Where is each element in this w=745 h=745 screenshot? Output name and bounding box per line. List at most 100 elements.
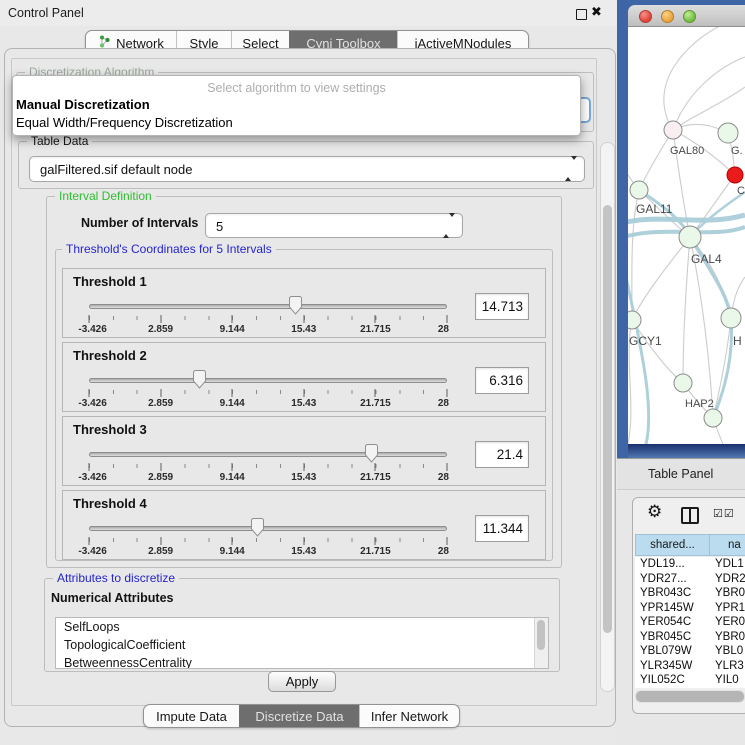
node-selected-red[interactable] bbox=[727, 167, 743, 183]
numerical-attributes-list[interactable]: SelfLoops TopologicalCoefficient Between… bbox=[55, 617, 549, 669]
node-gal4[interactable] bbox=[679, 226, 701, 248]
column-header-name[interactable]: na bbox=[709, 534, 745, 556]
gear-icon[interactable]: ⚙ bbox=[647, 502, 662, 522]
list-item[interactable]: SelfLoops bbox=[56, 618, 548, 636]
scrollbar-thumb[interactable] bbox=[636, 691, 744, 702]
tick-label: 21.715 bbox=[360, 324, 391, 335]
column-header-shared-name[interactable]: shared... bbox=[635, 534, 710, 556]
node-gcy1[interactable] bbox=[628, 311, 641, 329]
control-panel-titlebar: Control Panel bbox=[0, 0, 617, 26]
slider-track[interactable] bbox=[89, 452, 447, 457]
slider-tick-labels: -3.426 2.859 9.144 15.43 21.715 28 bbox=[89, 546, 447, 558]
close-icon[interactable]: ✖ bbox=[591, 5, 602, 20]
cell[interactable]: YDR27... bbox=[635, 572, 712, 587]
tick-label: -3.426 bbox=[78, 546, 106, 557]
close-traffic-light-icon[interactable] bbox=[639, 10, 652, 23]
cell[interactable]: YER054C bbox=[635, 615, 712, 630]
slider-track[interactable] bbox=[89, 526, 447, 531]
tick-label: 9.144 bbox=[220, 324, 245, 335]
list-scrollbar[interactable] bbox=[534, 618, 548, 668]
cell[interactable]: YBL0 bbox=[712, 644, 743, 659]
threshold-4-value-field[interactable]: 11.344 bbox=[475, 515, 529, 542]
table-row[interactable]: YBL079WYBL0 bbox=[635, 644, 745, 659]
cell[interactable]: YPR1 bbox=[712, 601, 745, 616]
cell[interactable]: YDR2 bbox=[712, 572, 745, 587]
combo-stepper-icon bbox=[443, 217, 455, 235]
node-label: GAL4 bbox=[691, 252, 722, 266]
threshold-3-value-field[interactable]: 21.4 bbox=[475, 441, 529, 468]
table-row[interactable]: YPR145WYPR1 bbox=[635, 601, 745, 616]
list-item[interactable]: BetweennessCentrality bbox=[56, 654, 548, 669]
cell[interactable]: YBR043C bbox=[635, 586, 712, 601]
table-row[interactable]: YLR345WYLR3 bbox=[635, 659, 745, 674]
apply-button[interactable]: Apply bbox=[268, 671, 336, 692]
network-canvas[interactable]: GAL80 G. C GAL11 GAL4 GCY1 H HAP2 bbox=[628, 27, 745, 444]
option-equal-width-frequency[interactable]: Equal Width/Frequency Discretization bbox=[16, 115, 233, 130]
tick-label: -3.426 bbox=[78, 398, 106, 409]
minimize-traffic-light-icon[interactable] bbox=[661, 10, 674, 23]
number-of-intervals-combobox[interactable]: 5 bbox=[205, 213, 463, 238]
table-row[interactable]: YBR045CYBR0 bbox=[635, 630, 745, 645]
panel-title: Control Panel bbox=[8, 0, 84, 26]
threshold-4-slider[interactable] bbox=[89, 518, 447, 538]
node-gal80[interactable] bbox=[664, 121, 682, 139]
tab-infer-network[interactable]: Infer Network bbox=[359, 705, 459, 727]
node-label: C bbox=[737, 185, 745, 197]
slider-track[interactable] bbox=[89, 378, 447, 383]
threshold-1-label: Threshold 1 bbox=[73, 274, 147, 289]
scrollbar-thumb[interactable] bbox=[603, 205, 612, 633]
network-view-window[interactable]: GAL80 G. C GAL11 GAL4 GCY1 H HAP2 bbox=[628, 5, 745, 458]
table-row[interactable]: YDR27...YDR2 bbox=[635, 572, 745, 587]
threshold-4-label: Threshold 4 bbox=[73, 496, 147, 511]
node-bottom[interactable] bbox=[704, 409, 722, 427]
table-row[interactable]: YER054CYER0 bbox=[635, 615, 745, 630]
cell[interactable]: YIL052C bbox=[635, 673, 712, 688]
cell[interactable]: YBL079W bbox=[635, 644, 712, 659]
cell[interactable]: YIL0 bbox=[712, 673, 739, 688]
select-columns-checkboxes-icon[interactable]: ☑☑ bbox=[713, 507, 735, 520]
tick-label: 21.715 bbox=[360, 546, 391, 557]
table-rows: YDL19...YDL1 YDR27...YDR2 YBR043CYBR0 YP… bbox=[635, 557, 745, 688]
cell[interactable]: YBR0 bbox=[712, 586, 745, 601]
attributes-group: Attributes to discretize Numerical Attri… bbox=[44, 578, 560, 672]
panel-vertical-scrollbar[interactable] bbox=[600, 142, 615, 692]
interval-definition-group: Interval Definition Number of Intervals … bbox=[46, 196, 562, 568]
zoom-traffic-light-icon[interactable] bbox=[683, 10, 696, 23]
slider-track[interactable] bbox=[89, 304, 447, 309]
columns-icon[interactable] bbox=[681, 507, 699, 524]
slider-ticks bbox=[89, 389, 447, 398]
threshold-1-slider[interactable] bbox=[89, 296, 447, 316]
node-gal11[interactable] bbox=[630, 181, 648, 199]
float-window-icon[interactable] bbox=[576, 9, 587, 20]
tick-label: 2.859 bbox=[148, 546, 173, 557]
cell[interactable]: YER0 bbox=[712, 615, 745, 630]
node-hap2[interactable] bbox=[674, 374, 692, 392]
table-horizontal-scrollbar[interactable] bbox=[635, 690, 745, 703]
table-data-combobox[interactable]: galFiltered.sif default node bbox=[29, 156, 585, 182]
thresholds-group: Threshold's Coordinates for 5 Intervals … bbox=[55, 249, 553, 561]
option-manual-discretization[interactable]: Manual Discretization bbox=[16, 97, 150, 112]
tick-label: 28 bbox=[438, 546, 449, 557]
node-partial-top-right[interactable] bbox=[718, 123, 738, 143]
list-item[interactable]: TopologicalCoefficient bbox=[56, 636, 548, 654]
table-row[interactable]: YIL052CYIL0 bbox=[635, 673, 745, 688]
cell[interactable]: YLR3 bbox=[712, 659, 744, 674]
network-window-titlebar[interactable] bbox=[628, 5, 745, 27]
cell[interactable]: YPR145W bbox=[635, 601, 712, 616]
cell[interactable]: YDL19... bbox=[635, 557, 712, 572]
table-row[interactable]: YDL19...YDL1 bbox=[635, 557, 745, 572]
threshold-2-value-field[interactable]: 6.316 bbox=[475, 367, 529, 394]
threshold-3-slider[interactable] bbox=[89, 444, 447, 464]
node-h[interactable] bbox=[721, 308, 741, 328]
cell[interactable]: YLR345W bbox=[635, 659, 712, 674]
tab-impute-data[interactable]: Impute Data bbox=[144, 705, 239, 727]
cell[interactable]: YDL1 bbox=[712, 557, 744, 572]
tab-discretize-data[interactable]: Discretize Data bbox=[239, 705, 359, 727]
table-row[interactable]: YBR043CYBR0 bbox=[635, 586, 745, 601]
tick-label: 9.144 bbox=[220, 546, 245, 557]
algorithm-dropdown-popup: Select algorithm to view settings Manual… bbox=[12, 75, 581, 136]
threshold-2-slider[interactable] bbox=[89, 370, 447, 390]
cell[interactable]: YBR045C bbox=[635, 630, 712, 645]
cell[interactable]: YBR0 bbox=[712, 630, 745, 645]
threshold-1-value-field[interactable]: 14.713 bbox=[475, 293, 529, 320]
